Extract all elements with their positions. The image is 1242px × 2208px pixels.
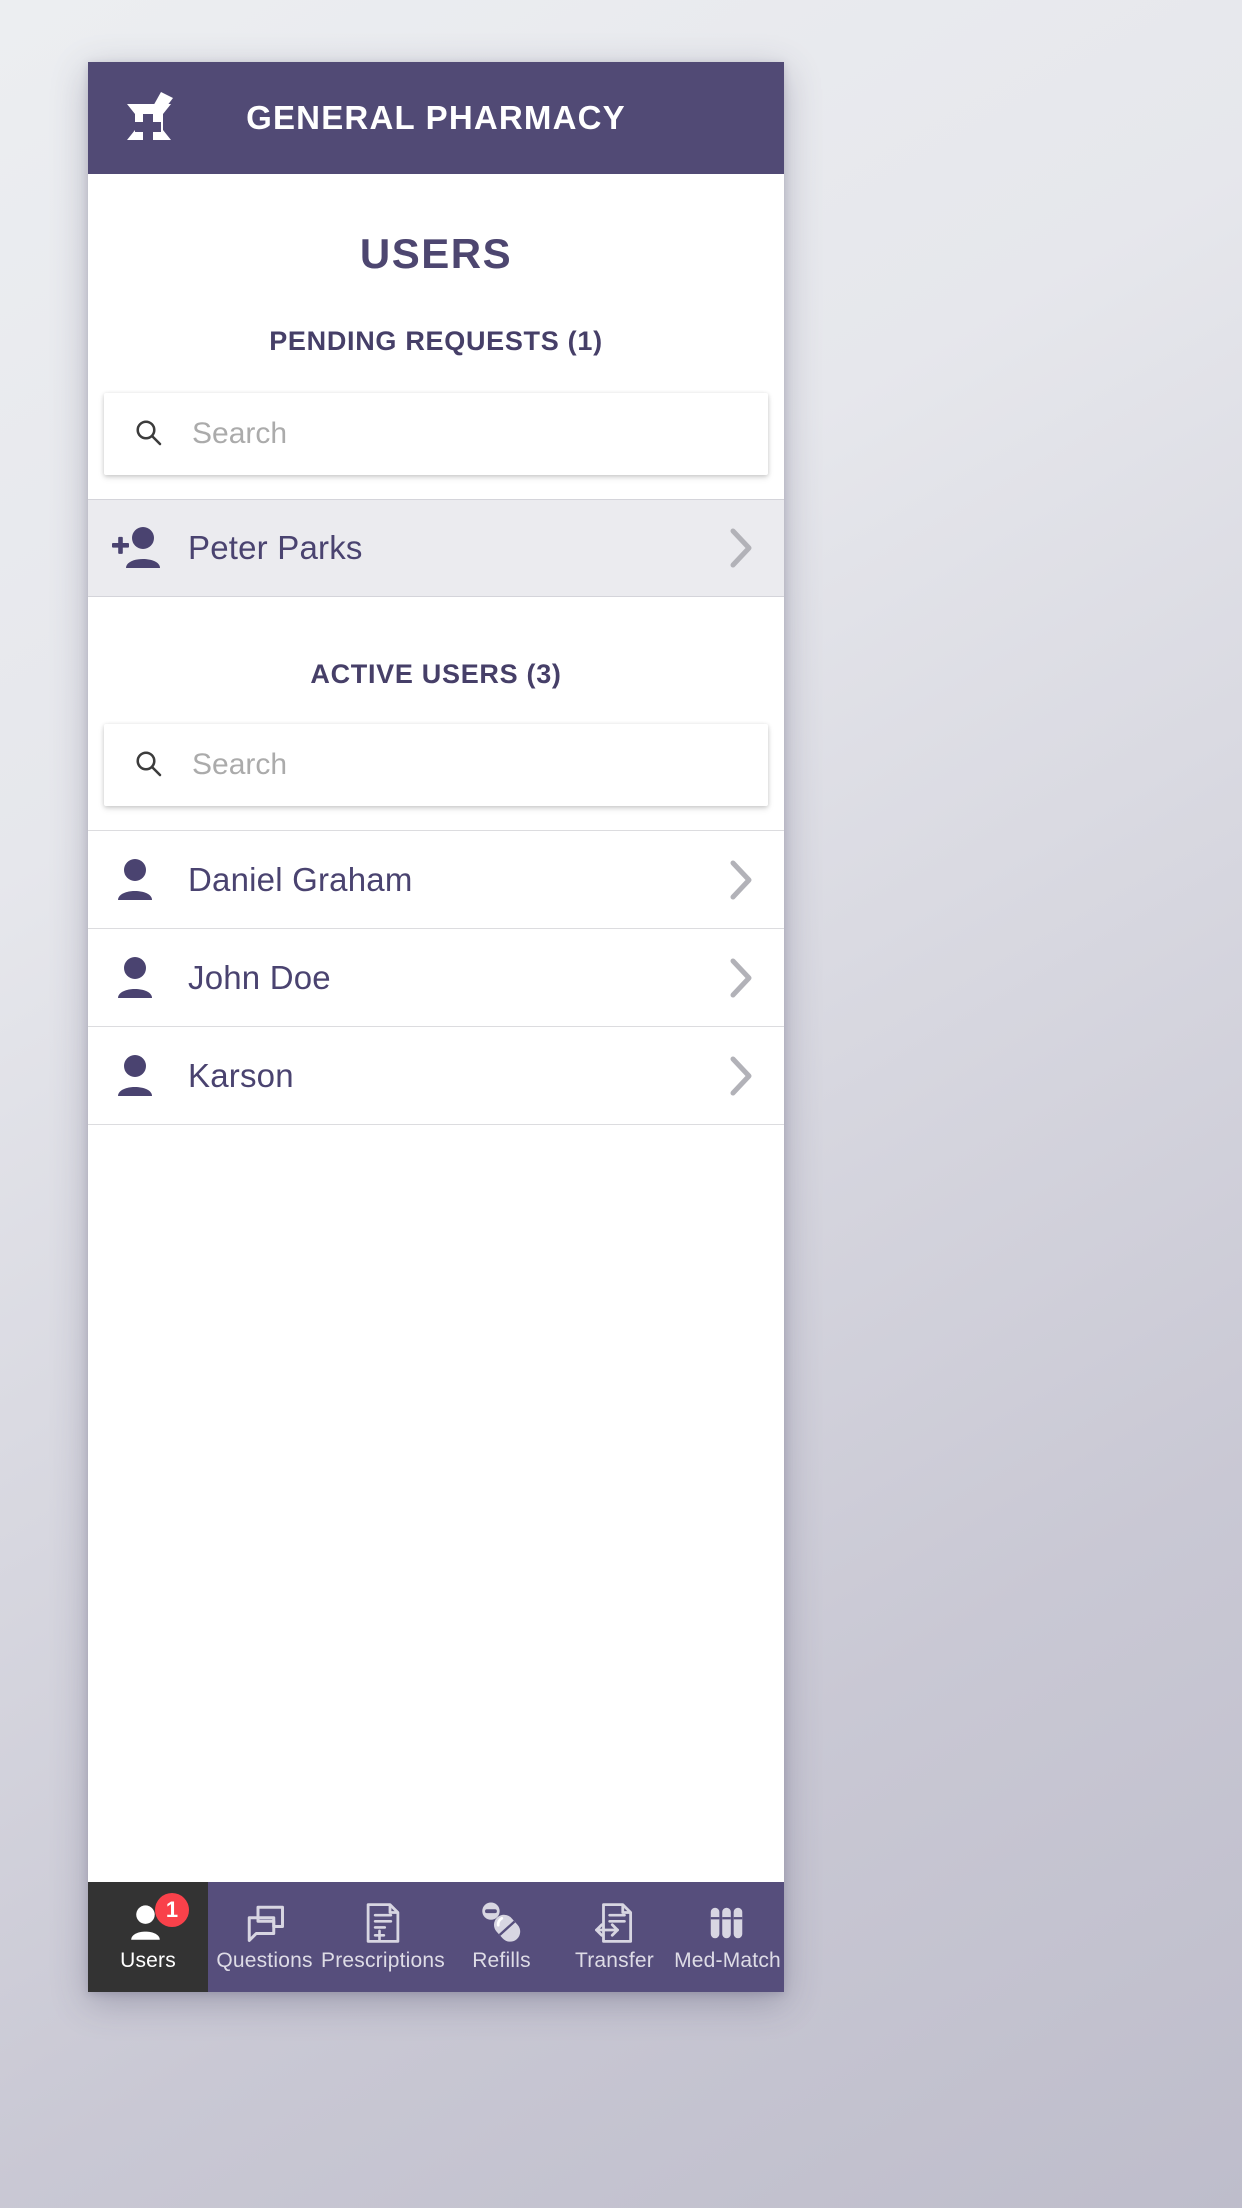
app-title: GENERAL PHARMACY bbox=[246, 99, 626, 136]
active-user-row[interactable]: John Doe bbox=[88, 928, 784, 1026]
search-icon bbox=[132, 416, 164, 453]
mortar-and-pestle-icon bbox=[120, 89, 180, 147]
nav-item-transfer[interactable]: Transfer bbox=[558, 1882, 671, 1992]
person-icon bbox=[110, 1052, 174, 1100]
user-name: Karson bbox=[188, 1056, 294, 1094]
pending-search-box[interactable] bbox=[104, 393, 768, 475]
phone-screen: GENERAL PHARMACY USERS PENDING REQUESTS … bbox=[88, 62, 784, 1992]
chevron-right-icon[interactable] bbox=[726, 857, 762, 903]
main-content: USERS PENDING REQUESTS (1) Search Peter … bbox=[88, 174, 784, 1882]
active-users-heading: ACTIVE USERS (3) bbox=[310, 659, 562, 689]
chevron-right-icon[interactable] bbox=[726, 955, 762, 1001]
chat-bubbles-icon bbox=[244, 1901, 286, 1945]
chevron-right-icon[interactable] bbox=[726, 525, 762, 571]
person-icon bbox=[110, 954, 174, 1002]
nav-item-questions[interactable]: Questions bbox=[208, 1882, 321, 1992]
bottom-navigation: 1 Users Questions Prescriptions Refills … bbox=[88, 1882, 784, 1992]
nav-label: Users bbox=[120, 1949, 176, 1972]
users-badge: 1 bbox=[155, 1893, 189, 1927]
nav-label: Refills bbox=[472, 1949, 531, 1972]
nav-item-med-match[interactable]: Med-Match bbox=[671, 1882, 784, 1992]
active-search-box[interactable] bbox=[104, 724, 768, 806]
app-header: GENERAL PHARMACY bbox=[88, 62, 784, 174]
active-search-wrapper bbox=[88, 724, 784, 830]
nav-label: Questions bbox=[216, 1949, 313, 1972]
chevron-right-icon[interactable] bbox=[726, 1053, 762, 1099]
pending-requests-heading: PENDING REQUESTS (1) bbox=[269, 326, 603, 356]
pills-icon bbox=[479, 1901, 523, 1945]
person-icon bbox=[110, 856, 174, 904]
page-title: USERS bbox=[359, 230, 513, 277]
nav-item-prescriptions[interactable]: Prescriptions bbox=[321, 1882, 445, 1992]
active-search-input[interactable] bbox=[192, 748, 768, 782]
document-transfer-icon bbox=[593, 1901, 635, 1945]
nav-item-users[interactable]: 1 Users bbox=[88, 1882, 208, 1992]
active-user-row[interactable]: Karson bbox=[88, 1026, 784, 1124]
document-plus-icon bbox=[363, 1901, 403, 1945]
person-icon: 1 bbox=[127, 1893, 189, 1945]
search-icon bbox=[132, 747, 164, 784]
pending-user-row[interactable]: Peter Parks bbox=[88, 499, 784, 597]
nav-label: Prescriptions bbox=[321, 1949, 445, 1972]
list-empty-area bbox=[88, 1124, 784, 1882]
nav-item-refills[interactable]: Refills bbox=[445, 1882, 558, 1992]
pending-search-input[interactable] bbox=[192, 417, 768, 451]
capsules-icon bbox=[706, 1901, 748, 1945]
user-name: Peter Parks bbox=[188, 529, 363, 566]
user-name: Daniel Graham bbox=[188, 860, 413, 898]
pending-search-wrapper bbox=[88, 393, 784, 499]
nav-label: Med-Match bbox=[674, 1949, 781, 1972]
person-add-icon bbox=[110, 524, 174, 572]
nav-label: Transfer bbox=[574, 1949, 654, 1972]
active-user-row[interactable]: Daniel Graham bbox=[88, 830, 784, 928]
user-name: John Doe bbox=[188, 958, 331, 996]
